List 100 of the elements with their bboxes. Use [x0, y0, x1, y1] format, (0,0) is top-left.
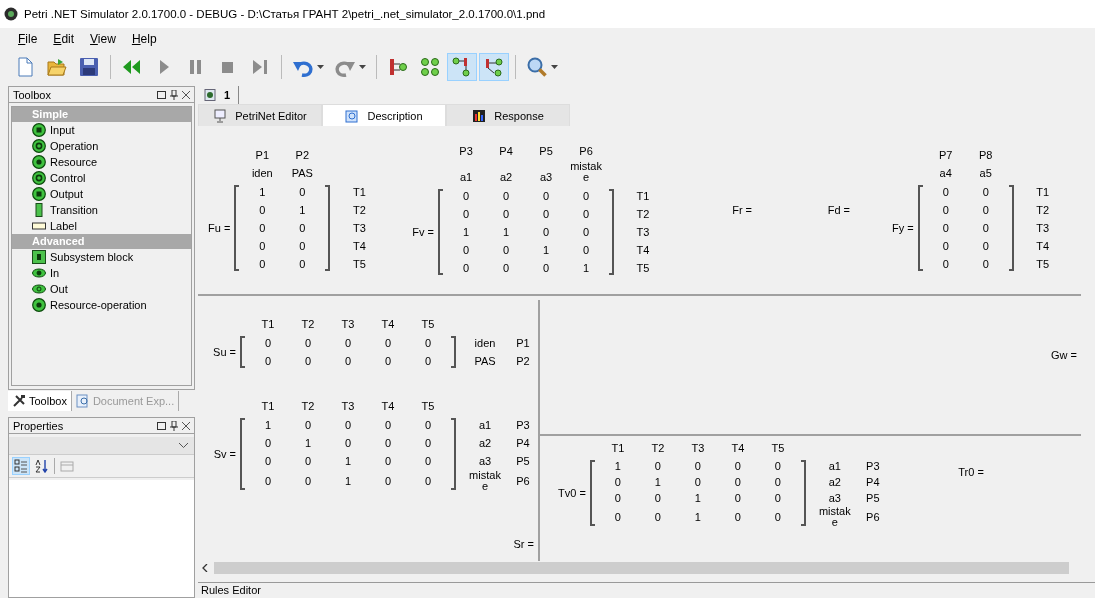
matrix-value: 0	[982, 240, 989, 252]
toolbox-item[interactable]: Output	[12, 186, 191, 202]
matrix-value: 1	[344, 475, 352, 487]
view-tab[interactable]: Description	[322, 104, 446, 126]
row-label: P6	[865, 511, 881, 523]
window-title: Petri .NET Simulator 2.0.1700.0 - DEBUG - D:\Статья ГРАНТ 2\petri_.net_simulator_2.0.1700.0\1.pnd	[24, 8, 546, 20]
menu-item[interactable]: Edit	[53, 32, 75, 46]
toolbox-item[interactable]: Resource	[12, 154, 191, 170]
matrix-value: 0	[694, 460, 701, 472]
column-header: T5	[421, 319, 435, 332]
toolbox-item[interactable]: Control	[12, 170, 191, 186]
row-label: P6	[515, 475, 531, 487]
row-label: T5	[635, 262, 651, 274]
matrix-label: Fu =	[208, 222, 232, 234]
matrix-value: 0	[259, 222, 266, 234]
matrix-value: 0	[462, 262, 470, 274]
column-header: P6	[579, 146, 593, 159]
menu-item[interactable]: Help	[131, 32, 157, 46]
matrix-value: 0	[264, 475, 272, 487]
matrix-value: 0	[582, 226, 590, 238]
row-label: mistake	[817, 506, 852, 528]
matrix-value: 0	[299, 240, 306, 252]
matrix-value: 1	[694, 511, 701, 523]
row-label: PAS	[473, 355, 497, 367]
matrix-value: 0	[344, 437, 352, 449]
toolbox-item[interactable]: Out	[12, 281, 191, 297]
matrix-value: 0	[299, 258, 306, 270]
matrix-value: 0	[264, 455, 272, 467]
matrix-value: 0	[582, 208, 590, 220]
matrix-value: 0	[259, 204, 266, 216]
matrix-value: 0	[542, 262, 550, 274]
matrix-value: 1	[259, 186, 266, 198]
matrix-value: 0	[384, 475, 392, 487]
panel-title: Toolbox	[13, 88, 51, 101]
matrix-value: 0	[942, 204, 949, 216]
toolbox-item[interactable]: In	[12, 265, 191, 281]
column-header: mistake	[569, 161, 603, 185]
row-label: T2	[351, 204, 367, 216]
matrix-value: 0	[462, 190, 470, 202]
row-label: T1	[1035, 186, 1051, 198]
column-header: P1	[255, 150, 270, 163]
matrix-value: 1	[264, 419, 272, 431]
matrix-value: 0	[982, 186, 989, 198]
row-label: P5	[865, 492, 881, 504]
toolbox-item[interactable]: Input	[12, 122, 191, 138]
matrix-value: 0	[774, 476, 781, 488]
column-header: T4	[381, 401, 395, 414]
column-header: T2	[301, 319, 315, 332]
matrix-value: 0	[542, 208, 550, 220]
column-header: T1	[611, 443, 625, 456]
matrix-value: 0	[982, 258, 989, 270]
row-label: T5	[351, 258, 367, 270]
row-label: T5	[1035, 258, 1051, 270]
rules-editor-header[interactable]: Rules Editor	[198, 582, 1095, 598]
column-header: P7	[939, 150, 953, 163]
matrix-value: 0	[614, 492, 621, 504]
matrix-label: Fy =	[892, 222, 915, 234]
matrix-value: 0	[982, 204, 989, 216]
column-header: PAS	[291, 168, 313, 181]
row-label: T1	[635, 190, 651, 202]
view-tab[interactable]: PetriNet Editor	[198, 104, 322, 126]
menu-item[interactable]: File	[18, 32, 38, 46]
matrix-value: 0	[582, 190, 590, 202]
matrix-value: 0	[424, 475, 432, 487]
toolbox-item[interactable]: Resource-operation	[12, 297, 191, 313]
row-label: T3	[351, 222, 367, 234]
column-header: a4	[939, 168, 952, 181]
toolbox-item[interactable]: Label	[12, 218, 191, 234]
matrix-value: 0	[304, 337, 312, 349]
matrix-value: 1	[462, 226, 470, 238]
column-header: T3	[341, 319, 355, 332]
matrix-value: 1	[614, 460, 621, 472]
row-label: T4	[1035, 240, 1051, 252]
matrix-value: 0	[259, 258, 266, 270]
matrix-value: 0	[582, 244, 590, 256]
toolbox-item[interactable]: Transition	[12, 202, 191, 218]
matrix-value: 0	[259, 240, 266, 252]
matrix-value: 0	[542, 190, 550, 202]
menu-item[interactable]: View	[90, 32, 116, 46]
row-label: iden	[473, 337, 497, 349]
column-header: T4	[731, 443, 745, 456]
matrix-value: 0	[424, 337, 432, 349]
matrix-value: 0	[344, 355, 352, 367]
panel-tab[interactable]: Toolbox	[8, 391, 72, 411]
matrix-value: 0	[424, 455, 432, 467]
matrix-value: 0	[384, 437, 392, 449]
matrix-value: 1	[582, 262, 590, 274]
matrix-value: 0	[614, 511, 621, 523]
toolbox-item[interactable]: Operation	[12, 138, 191, 154]
matrix-value: 0	[654, 511, 661, 523]
matrix-value: 0	[734, 460, 741, 472]
column-header: P8	[979, 150, 993, 163]
matrix-value: 0	[424, 437, 432, 449]
column-header: T5	[771, 443, 785, 456]
toolbox-item[interactable]: Subsystem block	[12, 249, 191, 265]
row-label: P4	[865, 476, 881, 488]
matrix-value: 0	[654, 492, 661, 504]
matrix-value: 0	[502, 262, 510, 274]
view-tab[interactable]: Response	[446, 104, 570, 126]
row-label: T2	[635, 208, 651, 220]
